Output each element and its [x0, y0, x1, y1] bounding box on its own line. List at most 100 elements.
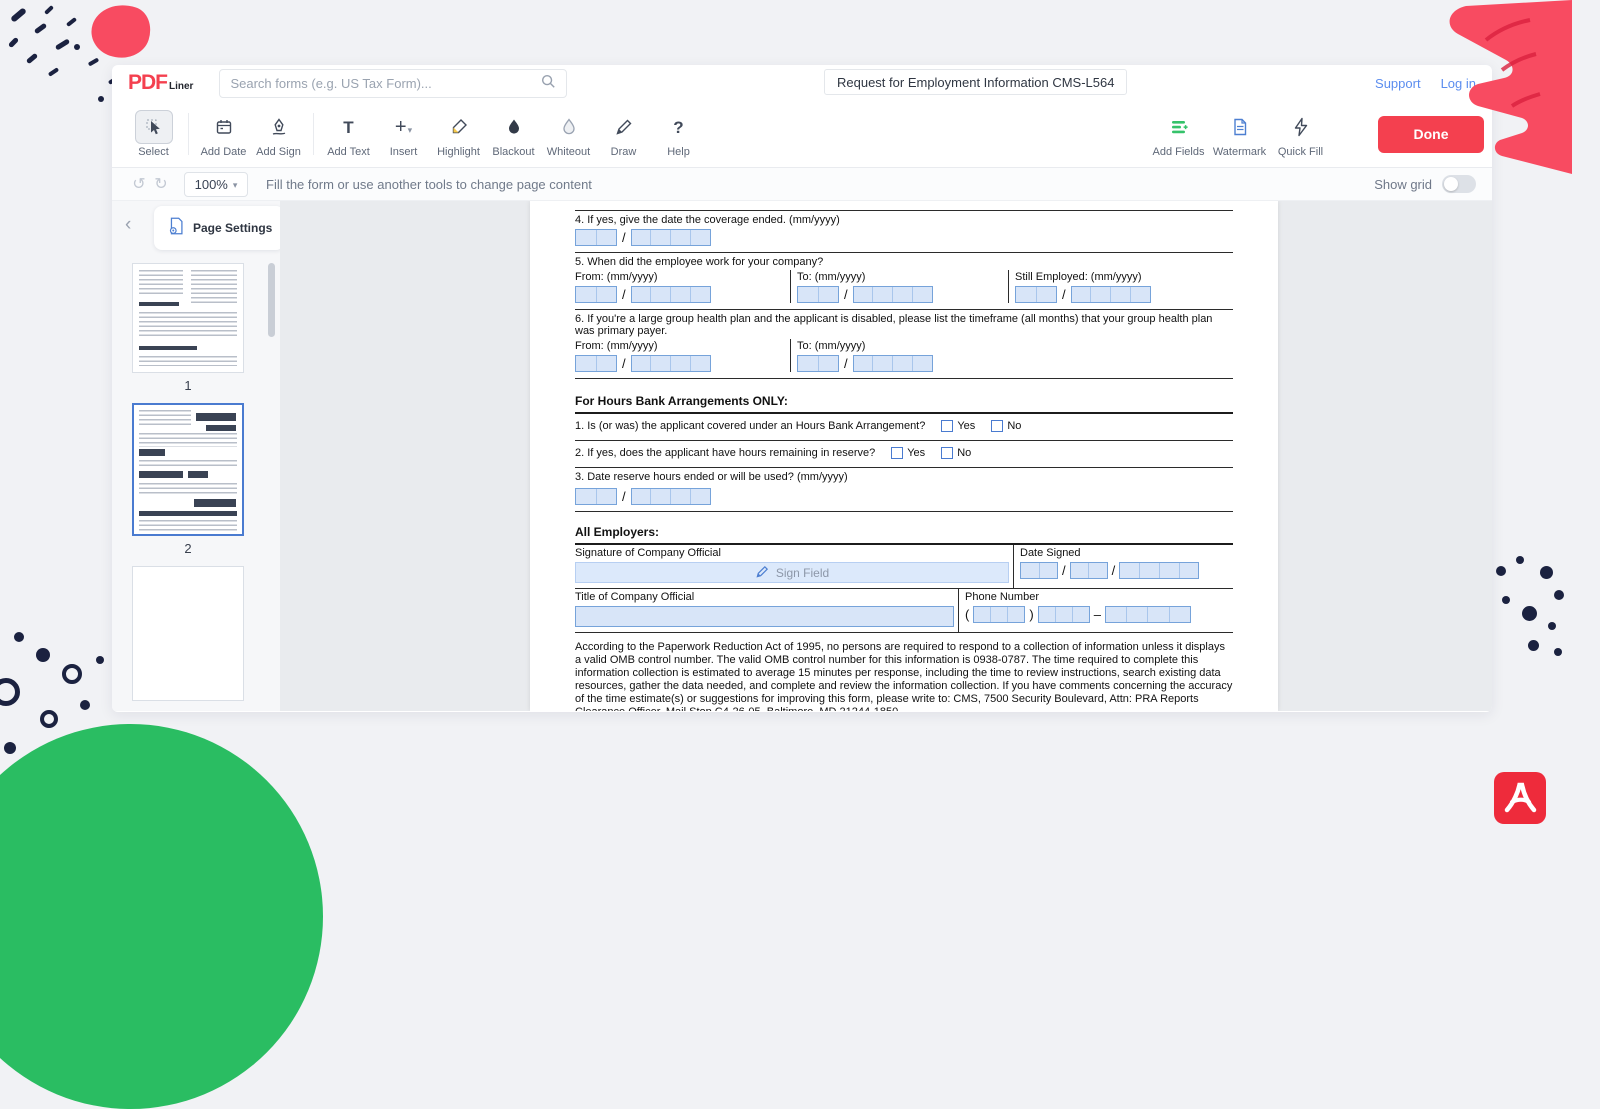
phone-prefix-field[interactable]	[1037, 606, 1090, 623]
zoom-value: 100%	[194, 176, 228, 192]
thumbnail-text-lines	[139, 460, 237, 468]
document-title[interactable]: Request for Employment Information CMS-L…	[824, 69, 1128, 95]
insert-plus-icon: + ▾	[394, 116, 413, 138]
undo-icon[interactable]: ↺	[128, 174, 150, 194]
form-row-hb3: 3. Date reserve hours ended or will be u…	[575, 468, 1233, 512]
thumbnail-text-block	[188, 471, 208, 478]
question-text: 4. If yes, give the date the coverage en…	[575, 214, 840, 226]
month-field[interactable]	[1020, 562, 1058, 579]
pen-icon	[755, 564, 770, 582]
zoom-dropdown[interactable]: 100% ▾	[184, 171, 248, 197]
yes-checkbox[interactable]	[941, 420, 954, 432]
form-row-q6: 6. If you're a large group health plan a…	[575, 310, 1233, 379]
tool-add-fields[interactable]: Add Fields	[1151, 110, 1206, 158]
year-field[interactable]	[1070, 286, 1151, 303]
highlighter-icon	[440, 110, 478, 144]
tool-add-text[interactable]: T Add Text	[321, 110, 376, 159]
month-field[interactable]	[797, 355, 839, 372]
sidebar-collapse-icon[interactable]: ‹	[125, 215, 131, 234]
tool-watermark[interactable]: Watermark	[1212, 110, 1267, 158]
section-title-hours-bank: For Hours Bank Arrangements ONLY:	[575, 391, 1233, 414]
form-row-hb2: 2. If yes, does the applicant have hours…	[575, 441, 1233, 468]
phone-line-field[interactable]	[1104, 606, 1191, 623]
from-label: From: (mm/yyyy)	[575, 271, 658, 283]
sub-toolbar: ↺ ↻ 100% ▾ Fill the form or use another …	[112, 168, 1492, 201]
question-text: 5. When did the employee work for your c…	[575, 256, 824, 268]
sign-field-label: Sign Field	[775, 565, 830, 580]
tool-highlight[interactable]: Highlight	[431, 110, 486, 158]
app-window: PDF Liner Request for Employment Informa…	[112, 65, 1492, 712]
page-settings-button[interactable]: Page Settings	[154, 206, 285, 250]
thumbnail-text-block	[139, 302, 179, 306]
yes-label: Yes	[907, 447, 926, 459]
tool-draw[interactable]: Draw	[596, 110, 651, 158]
thumbnail-text-block	[139, 449, 165, 456]
tool-insert[interactable]: + ▾ Insert	[376, 110, 431, 158]
year-field[interactable]	[630, 229, 711, 246]
tool-help[interactable]: ? Help	[651, 110, 706, 159]
no-checkbox[interactable]	[941, 447, 954, 459]
tool-whiteout[interactable]: Whiteout	[541, 110, 596, 158]
thumbnail-text-block	[196, 413, 236, 421]
title-label: Title of Company Official	[575, 591, 695, 603]
scrollbar-thumb[interactable]	[268, 263, 275, 337]
pdfliner-logo[interactable]: PDF Liner	[128, 71, 193, 95]
sign-field[interactable]: Sign Field	[575, 562, 1009, 583]
question-text: 2. If yes, does the applicant have hours…	[575, 447, 876, 459]
logo-pdf-text: PDF	[128, 71, 168, 94]
phone-label: Phone Number	[965, 591, 1039, 603]
year-field[interactable]	[1119, 562, 1200, 579]
thumbnail-text-lines	[139, 410, 191, 428]
page-thumbnail-2[interactable]	[132, 403, 244, 536]
year-field[interactable]	[630, 488, 711, 505]
chevron-down-icon: ▾	[407, 124, 413, 135]
page-thumbnail-3[interactable]	[132, 566, 244, 701]
thumbnail-text-lines	[139, 356, 237, 366]
no-label: No	[1007, 420, 1022, 432]
add-fields-icon	[1160, 110, 1198, 144]
page-thumbnail-1[interactable]	[132, 263, 244, 373]
year-field[interactable]	[630, 355, 711, 372]
month-field[interactable]	[575, 229, 617, 246]
year-field[interactable]	[852, 286, 933, 303]
search-input[interactable]	[230, 75, 541, 91]
thumbnail-text-block	[139, 511, 237, 516]
whiteout-drop-icon	[550, 110, 588, 144]
document-canvas: 4. If yes, give the date the coverage en…	[280, 201, 1492, 711]
tool-add-date[interactable]: Add Date	[196, 110, 251, 158]
search-box[interactable]	[219, 68, 568, 98]
date-signed-label: Date Signed	[1020, 547, 1081, 559]
section-title-all-employers: All Employers:	[575, 522, 1233, 545]
calendar-icon	[205, 110, 243, 144]
tool-add-sign[interactable]: Add Sign	[251, 110, 306, 158]
tool-blackout[interactable]: Blackout	[486, 110, 541, 158]
question-text: 1. Is (or was) the applicant covered und…	[575, 420, 926, 432]
pages-sidebar: ‹ Page Settings 1 2	[112, 201, 285, 711]
month-field[interactable]	[1015, 286, 1057, 303]
tool-select[interactable]: Select	[126, 110, 181, 158]
title-input-field[interactable]	[575, 606, 954, 627]
from-label: From: (mm/yyyy)	[575, 340, 658, 352]
form-row-hb1: 1. Is (or was) the applicant covered und…	[575, 414, 1233, 441]
signature-label: Signature of Company Official	[575, 547, 721, 559]
thumbnail-text-lines	[191, 270, 237, 304]
tool-quick-fill[interactable]: Quick Fill	[1273, 110, 1328, 158]
decor-pink-blob-small	[85, 0, 157, 66]
redo-icon[interactable]: ↻	[150, 174, 172, 194]
day-field[interactable]	[1069, 562, 1108, 579]
month-field[interactable]	[575, 286, 617, 303]
month-field[interactable]	[575, 488, 617, 505]
month-field[interactable]	[797, 286, 839, 303]
thumbnail-text-block	[139, 346, 197, 350]
thumbnail-text-block	[206, 425, 236, 431]
month-field[interactable]	[575, 355, 617, 372]
sidebar-scrollbar[interactable]	[268, 263, 275, 705]
year-field[interactable]	[630, 286, 711, 303]
no-checkbox[interactable]	[991, 420, 1004, 432]
thumbnail-text-block	[194, 499, 236, 507]
area-code-field[interactable]	[973, 606, 1026, 623]
yes-checkbox[interactable]	[891, 447, 904, 459]
pen-draw-icon	[605, 110, 643, 144]
year-field[interactable]	[852, 355, 933, 372]
main-toolbar: Select Add Date Add Sign T Add Text + ▾ I…	[112, 101, 1492, 168]
